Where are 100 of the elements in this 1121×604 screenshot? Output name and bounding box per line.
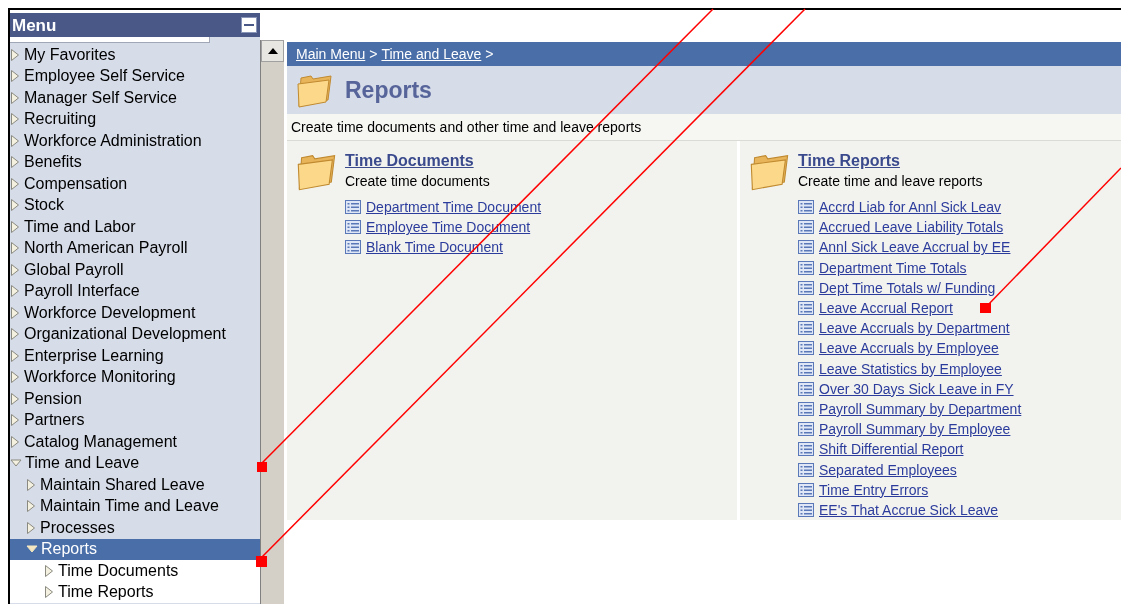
caret-right-icon[interactable] <box>10 112 20 127</box>
report-link[interactable]: Accrued Leave Liability Totals <box>819 220 1004 235</box>
report-link[interactable]: Payroll Summary by Department <box>819 401 1022 416</box>
report-link[interactable]: Leave Statistics by Employee <box>819 361 1002 376</box>
menu-item-label[interactable]: Workforce Development <box>24 304 196 321</box>
menu-item[interactable]: Pension <box>10 388 260 410</box>
menu-item[interactable]: Global Payroll <box>10 259 260 281</box>
report-link[interactable]: Time Entry Errors <box>819 482 929 497</box>
caret-right-icon[interactable] <box>10 391 20 406</box>
caret-right-icon[interactable] <box>10 198 20 213</box>
menu-item-label[interactable]: Recruiting <box>24 111 97 128</box>
menu-item-label[interactable]: Organizational Development <box>24 326 226 343</box>
menu-item-label[interactable]: Manager Self Service <box>24 89 177 106</box>
menu-item-label[interactable]: Maintain Shared Leave <box>40 476 205 493</box>
menu-item-label[interactable]: Time and Leave <box>25 455 140 472</box>
section-title-link[interactable]: Time Documents <box>345 151 474 171</box>
search-field[interactable] <box>10 37 210 43</box>
menu-item[interactable]: Payroll Interface <box>10 280 260 302</box>
menu-item[interactable]: My Favorites <box>10 44 260 66</box>
report-link[interactable]: Department Time Totals <box>819 260 967 275</box>
report-link[interactable]: Accrd Liab for Annl Sick Leav <box>819 200 1002 215</box>
caret-right-icon[interactable] <box>10 327 20 342</box>
menu-item[interactable]: Workforce Development <box>10 302 260 324</box>
caret-right-icon[interactable] <box>10 69 20 84</box>
menu-item-label[interactable]: Stock <box>24 197 64 214</box>
breadcrumb-link[interactable]: Time and Leave <box>381 43 482 65</box>
menu-item[interactable]: Benefits <box>10 151 260 173</box>
menu-item-label[interactable]: Workforce Administration <box>24 132 202 149</box>
menu-item[interactable]: Time Documents <box>10 560 260 582</box>
caret-right-icon[interactable] <box>10 262 20 277</box>
menu-item-label[interactable]: Benefits <box>24 154 82 171</box>
caret-right-icon[interactable] <box>10 305 20 320</box>
menu-item-label[interactable]: Global Payroll <box>24 261 124 278</box>
caret-right-icon[interactable] <box>10 413 20 428</box>
breadcrumb-link[interactable]: Main Menu <box>296 43 366 65</box>
report-link[interactable]: Payroll Summary by Employee <box>819 422 1011 437</box>
menu-item[interactable]: Reports <box>10 538 260 560</box>
report-link[interactable]: Leave Accruals by Employee <box>819 341 999 356</box>
caret-right-icon[interactable] <box>26 499 36 514</box>
caret-right-icon[interactable] <box>10 133 20 148</box>
menu-item-label[interactable]: Employee Self Service <box>24 68 185 85</box>
menu-item[interactable]: Workforce Monitoring <box>10 366 260 388</box>
menu-item-label[interactable]: Time and Labor <box>24 218 136 235</box>
caret-right-icon[interactable] <box>26 520 36 535</box>
menu-item-label[interactable]: Workforce Monitoring <box>24 369 176 386</box>
caret-right-icon[interactable] <box>10 155 20 170</box>
menu-item-label[interactable]: Reports <box>41 541 98 558</box>
menu-item[interactable]: North American Payroll <box>10 237 260 259</box>
caret-right-icon[interactable] <box>10 434 20 449</box>
menu-item[interactable]: Maintain Shared Leave <box>10 474 260 496</box>
caret-right-icon[interactable] <box>10 370 20 385</box>
menu-item[interactable]: Employee Self Service <box>10 65 260 87</box>
menu-item[interactable]: Workforce Administration <box>10 130 260 152</box>
menu-item[interactable]: Maintain Time and Leave <box>10 495 260 517</box>
menu-item[interactable]: Manager Self Service <box>10 87 260 109</box>
menu-item-label[interactable]: Maintain Time and Leave <box>40 498 219 515</box>
report-link[interactable]: Annl Sick Leave Accrual by EE <box>819 240 1011 255</box>
menu-item-label[interactable]: Payroll Interface <box>24 283 140 300</box>
menu-item-label[interactable]: Compensation <box>24 175 128 192</box>
caret-down-icon[interactable] <box>26 544 38 555</box>
menu-item-label[interactable]: Time Reports <box>58 584 154 601</box>
scrollbar[interactable] <box>260 40 284 604</box>
section-title-link[interactable]: Time Reports <box>798 151 900 171</box>
menu-item[interactable]: Enterprise Learning <box>10 345 260 367</box>
scroll-up-button[interactable] <box>261 40 284 62</box>
report-link[interactable]: Separated Employees <box>819 462 957 477</box>
menu-item-label[interactable]: North American Payroll <box>24 240 188 257</box>
menu-item[interactable]: Time Reports <box>10 581 260 603</box>
report-link[interactable]: EE's That Accrue Sick Leave <box>819 502 999 517</box>
menu-item[interactable]: Recruiting <box>10 108 260 130</box>
report-link[interactable]: Leave Accrual Report <box>819 301 953 316</box>
menu-item[interactable]: Partners <box>10 409 260 431</box>
menu-item[interactable]: Stock <box>10 194 260 216</box>
menu-item-label[interactable]: Pension <box>24 390 82 407</box>
menu-item[interactable]: Processes <box>10 517 260 539</box>
menu-item-label[interactable]: Time Documents <box>58 562 179 579</box>
menu-item-label[interactable]: My Favorites <box>24 46 116 63</box>
caret-right-icon[interactable] <box>44 585 54 600</box>
caret-right-icon[interactable] <box>10 47 20 62</box>
menu-item-label[interactable]: Partners <box>24 412 85 429</box>
caret-down-icon[interactable] <box>10 458 22 469</box>
menu-item-label[interactable]: Catalog Management <box>24 433 177 450</box>
menu-item[interactable]: Catalog Management <box>10 431 260 453</box>
report-link[interactable]: Over 30 Days Sick Leave in FY <box>819 381 1014 396</box>
collapse-button[interactable] <box>241 17 257 33</box>
menu-item[interactable]: Time and Leave <box>10 452 260 474</box>
menu-item-label[interactable]: Processes <box>40 519 115 536</box>
caret-right-icon[interactable] <box>10 219 20 234</box>
report-link[interactable]: Dept Time Totals w/ Funding <box>819 280 996 295</box>
menu-item[interactable]: Time and Labor <box>10 216 260 238</box>
caret-right-icon[interactable] <box>26 477 36 492</box>
caret-right-icon[interactable] <box>10 241 20 256</box>
caret-right-icon[interactable] <box>10 176 20 191</box>
menu-item[interactable]: Organizational Development <box>10 323 260 345</box>
caret-right-icon[interactable] <box>10 348 20 363</box>
caret-right-icon[interactable] <box>10 90 20 105</box>
menu-item[interactable]: Compensation <box>10 173 260 195</box>
caret-right-icon[interactable] <box>44 563 54 578</box>
menu-item-label[interactable]: Enterprise Learning <box>24 347 164 364</box>
report-link[interactable]: Shift Differential Report <box>819 442 964 457</box>
